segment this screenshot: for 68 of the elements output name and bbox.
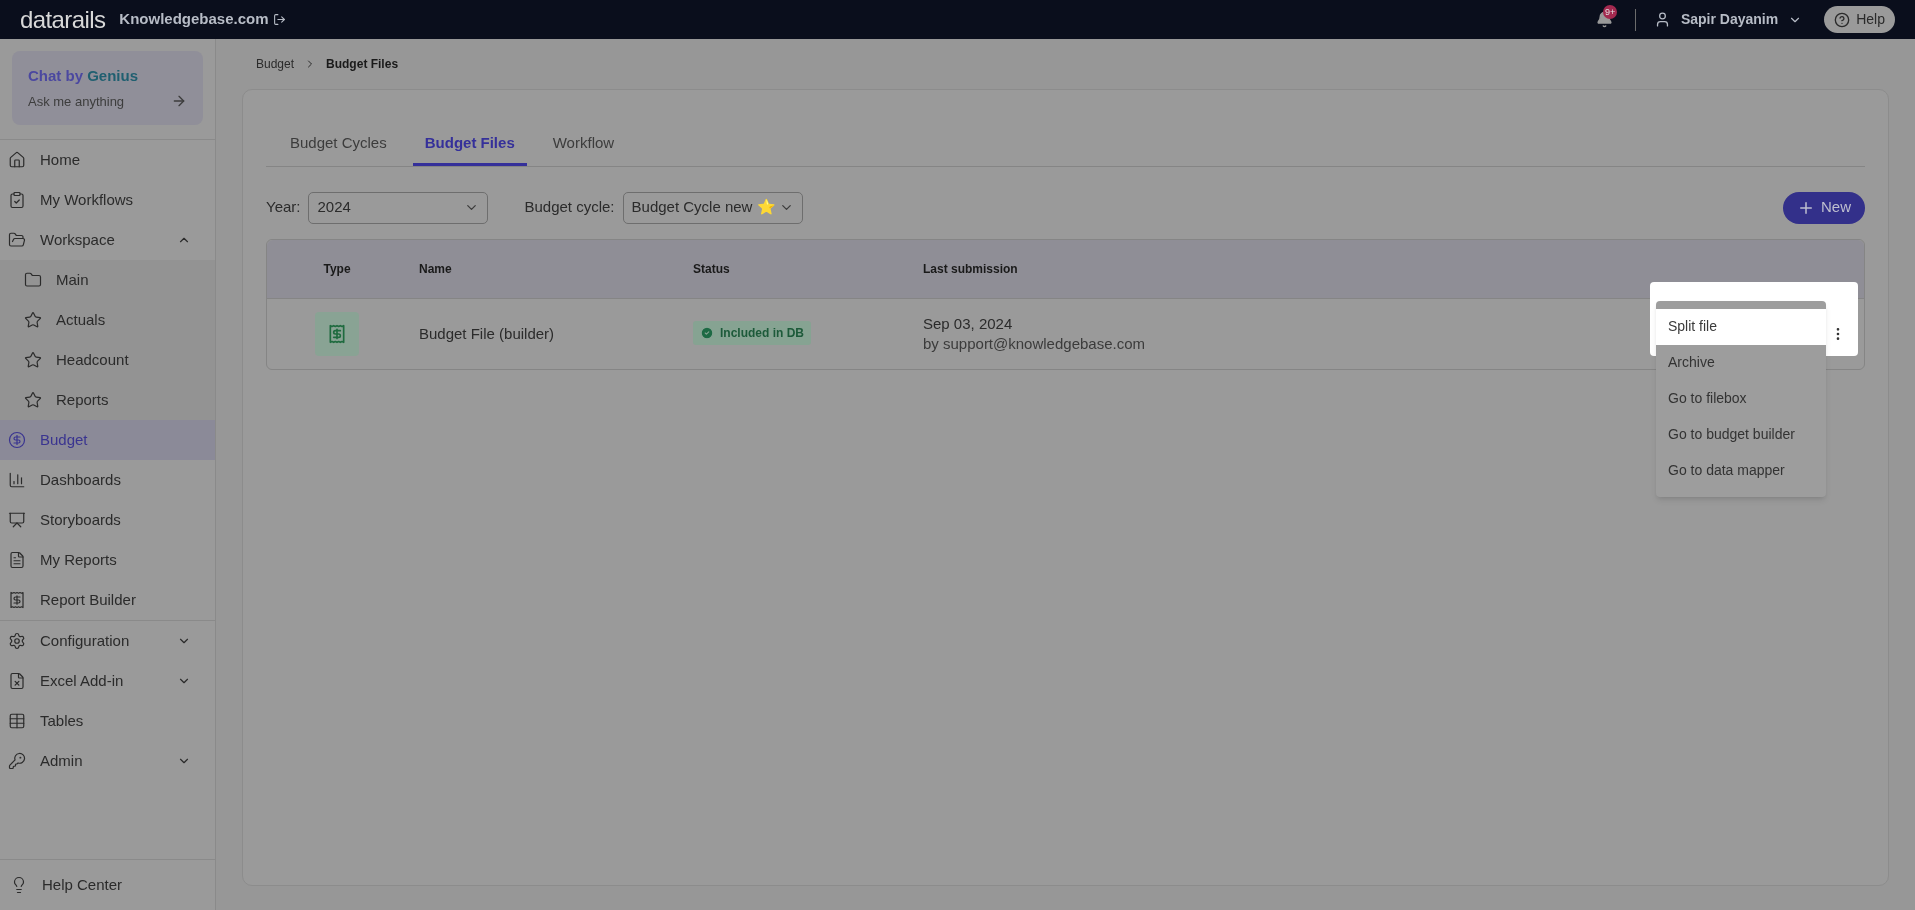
sidebar-item[interactable]: Excel Add-in: [0, 661, 215, 701]
key-icon: [8, 752, 26, 770]
user-menu-button[interactable]: Sapir Dayanim: [1653, 9, 1803, 30]
table-icon: [8, 712, 26, 730]
sidebar-item[interactable]: Home: [0, 140, 215, 180]
folder-icon: [8, 231, 26, 249]
sidebar-item[interactable]: Reports: [0, 380, 215, 420]
menu-item[interactable]: Split file: [1656, 308, 1826, 345]
sidebar-item[interactable]: Budget: [0, 420, 215, 460]
column-header: Type: [323, 261, 351, 276]
submitted-by: by support@knowledgebase.com: [923, 333, 1146, 354]
sidebar-item[interactable]: Workspace: [0, 220, 215, 260]
brand-logo: datarails: [20, 4, 106, 35]
new-button[interactable]: New: [1783, 191, 1865, 224]
company-name: Knowledgebase.com: [119, 9, 269, 30]
folder-icon: [24, 271, 42, 289]
presentation-icon: [8, 511, 26, 529]
status-badge: Included in DB: [693, 320, 811, 345]
breadcrumb-item[interactable]: Budget: [256, 55, 295, 73]
column-header: Last submission: [923, 261, 1018, 276]
file-name: Budget File (builder): [419, 324, 555, 342]
filter-label: Budget cycle:: [524, 197, 615, 218]
document-icon: [8, 551, 26, 569]
chat-title: Chat by Genius: [28, 66, 140, 86]
settings-icon: [8, 632, 26, 650]
chat-card[interactable]: Chat by Genius Ask me anything: [12, 51, 203, 125]
help-center-link[interactable]: Help Center: [0, 873, 215, 896]
filter-dropdown[interactable]: Budget Cycle new ⭐: [622, 191, 803, 224]
notification-bell[interactable]: 9+: [1592, 7, 1617, 32]
breadcrumb-item: Budget Files: [326, 56, 399, 73]
tab[interactable]: Budget Cycles: [278, 132, 399, 166]
help-icon: [1834, 11, 1851, 28]
column-header: Name: [419, 261, 452, 276]
star-icon: [24, 311, 42, 329]
menu-item[interactable]: Go to data mapper: [1656, 452, 1826, 489]
sidebar-item[interactable]: Storyboards: [0, 500, 215, 540]
column-header: Status: [693, 261, 730, 276]
submission-date: Sep 03, 2024: [923, 313, 1014, 334]
menu-item[interactable]: Archive: [1656, 344, 1826, 381]
sidebar-item[interactable]: Dashboards: [0, 460, 215, 500]
star-icon: [24, 351, 42, 369]
tab[interactable]: Budget Files: [412, 132, 527, 166]
filter-label: Year:: [266, 197, 301, 218]
notification-count: 9+: [1602, 4, 1618, 19]
star-icon: [24, 391, 42, 409]
sidebar-item[interactable]: Main: [0, 260, 215, 300]
sidebar-item[interactable]: Actuals: [0, 300, 215, 340]
sidebar-item[interactable]: My Reports: [0, 540, 215, 580]
sidebar-item[interactable]: Configuration: [0, 621, 215, 661]
sidebar-item[interactable]: Report Builder: [0, 580, 215, 620]
chat-subtitle: Ask me anything: [28, 92, 126, 111]
sidebar-item[interactable]: Headcount: [0, 340, 215, 380]
filter-dropdown[interactable]: 2024: [308, 191, 489, 224]
sidebar-item[interactable]: My Workflows: [0, 180, 215, 220]
home-icon: [8, 151, 26, 169]
spreadsheet-file-icon: [8, 672, 26, 690]
dollar-cycle-icon: [8, 431, 26, 449]
sidebar-item[interactable]: Admin: [0, 741, 215, 781]
switch-icon[interactable]: [272, 13, 286, 26]
clipboard-icon: [8, 191, 26, 209]
menu-item[interactable]: Go to budget builder: [1656, 416, 1826, 453]
sidebar-item[interactable]: Tables: [0, 701, 215, 741]
budget-file-icon: [315, 311, 359, 356]
menu-item[interactable]: Go to filebox: [1656, 380, 1826, 417]
bar-chart-icon: [8, 471, 26, 489]
tab[interactable]: Workflow: [540, 132, 627, 166]
receipt-icon: [8, 591, 26, 609]
help-button[interactable]: Help: [1824, 6, 1895, 33]
